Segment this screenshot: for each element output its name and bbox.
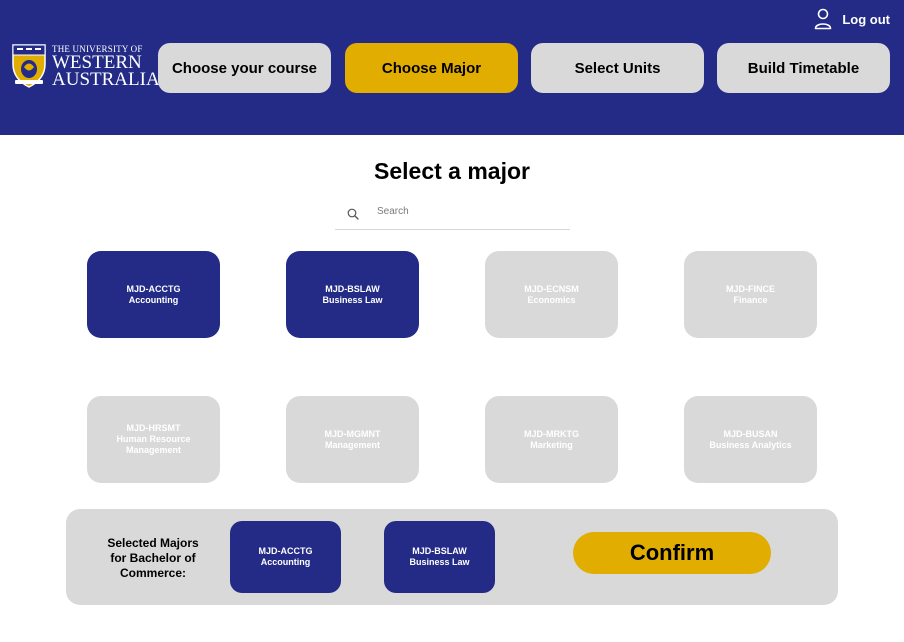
user-icon [815, 8, 832, 30]
crest-icon [12, 44, 46, 88]
selected-chip-accounting[interactable]: MJD-ACCTG Accounting [230, 521, 341, 593]
major-card-management[interactable]: MJD-MGMNT Management [286, 396, 419, 483]
chip-name: Accounting [260, 557, 311, 567]
logout-button[interactable]: Log out [814, 8, 890, 30]
selected-majors-label: Selected Majors for Bachelor of Commerce… [107, 536, 199, 580]
search-bar [335, 201, 570, 230]
major-name: Accounting [128, 294, 179, 305]
major-name: Business Analytics [709, 439, 792, 450]
major-code: MJD-HRSMT [126, 423, 181, 433]
major-code: MJD-MGMNT [324, 428, 381, 439]
major-code: MJD-BUSAN [723, 428, 778, 439]
major-name: Economics [527, 294, 576, 305]
major-name: Business Law [322, 294, 383, 305]
search-icon [347, 208, 359, 220]
major-name: Management [324, 439, 380, 450]
chip-name: Business Law [409, 557, 470, 567]
step-choose-major[interactable]: Choose Major [345, 43, 518, 93]
logo-wordmark: THE UNIVERSITY OF WESTERN AUSTRALIA [52, 44, 160, 90]
step-build-timetable[interactable]: Build Timetable [717, 43, 890, 93]
major-card-marketing[interactable]: MJD-MRKTG Marketing [485, 396, 618, 483]
step-choose-course[interactable]: Choose your course [158, 43, 331, 93]
chip-code: MJD-BSLAW [412, 546, 467, 556]
major-code: MJD-FINCE [726, 283, 775, 294]
university-logo[interactable]: THE UNIVERSITY OF WESTERN AUSTRALIA [10, 42, 160, 90]
page-title: Select a major [374, 158, 530, 184]
major-code: MJD-ECNSM [524, 283, 579, 294]
chip-code: MJD-ACCTG [258, 546, 313, 556]
major-card-accounting[interactable]: MJD-ACCTG Accounting [87, 251, 220, 338]
major-name: Marketing [530, 439, 573, 450]
major-code: MJD-MRKTG [524, 428, 579, 439]
search-input[interactable] [375, 205, 559, 218]
step-select-units[interactable]: Select Units [531, 43, 704, 93]
major-card-business-analytics[interactable]: MJD-BUSAN Business Analytics [684, 396, 817, 483]
major-card-human-resource-management[interactable]: MJD-HRSMT Human Resource Management [87, 396, 220, 483]
top-header: THE UNIVERSITY OF WESTERN AUSTRALIA Log … [0, 0, 904, 135]
major-code: MJD-ACCTG [126, 283, 181, 294]
confirm-button[interactable]: Confirm [573, 532, 771, 574]
selected-chip-business-law[interactable]: MJD-BSLAW Business Law [384, 521, 495, 593]
major-card-economics[interactable]: MJD-ECNSM Economics [485, 251, 618, 338]
major-name: Human Resource Management [116, 434, 191, 455]
logout-label: Log out [842, 11, 890, 27]
logo-line-3: AUSTRALIA [52, 69, 160, 90]
major-code: MJD-BSLAW [325, 283, 380, 294]
major-card-finance[interactable]: MJD-FINCE Finance [684, 251, 817, 338]
major-card-business-law[interactable]: MJD-BSLAW Business Law [286, 251, 419, 338]
major-name: Finance [733, 294, 768, 305]
